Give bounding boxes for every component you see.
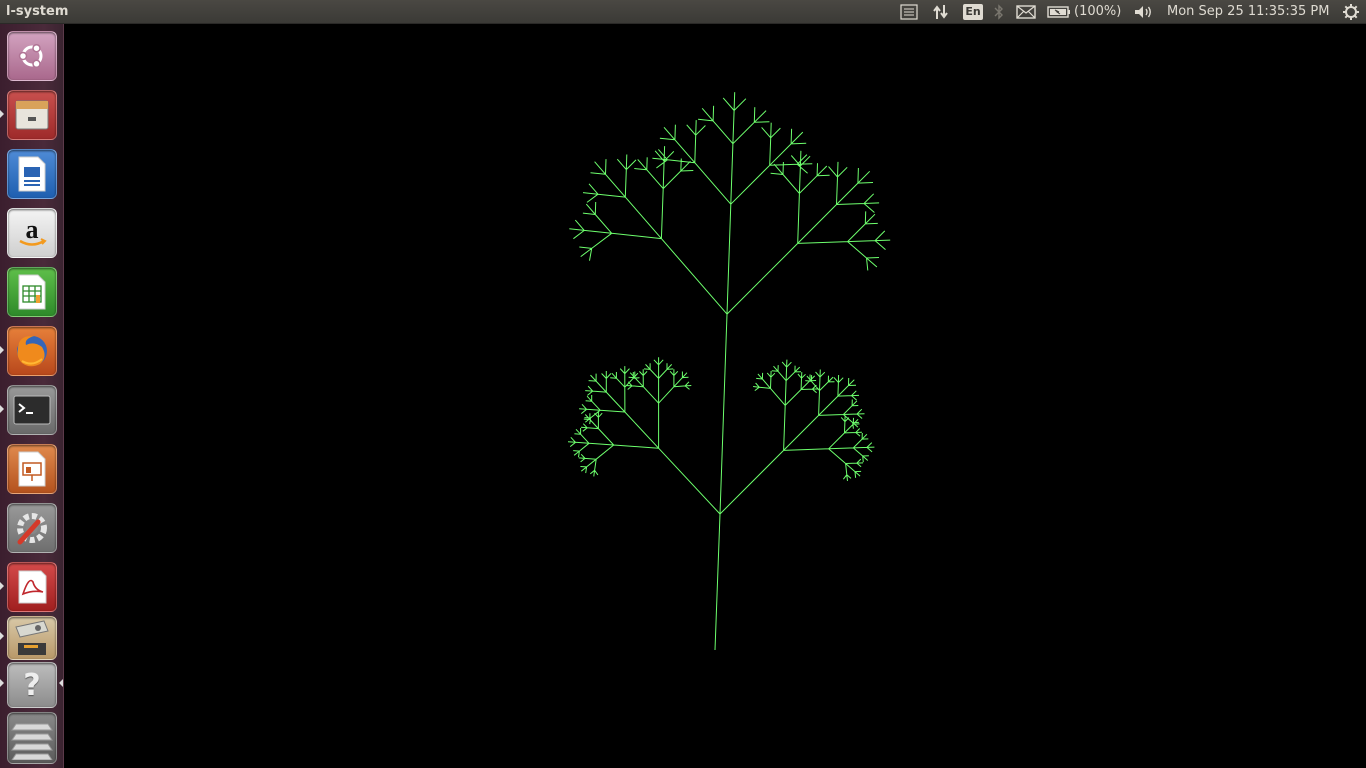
clock[interactable]: Mon Sep 25 11:35:35 PM <box>1167 0 1337 24</box>
running-indicator <box>0 632 4 640</box>
launcher-terminal[interactable] <box>7 385 57 435</box>
writer-document-icon <box>18 156 46 192</box>
firefox-icon <box>17 335 47 367</box>
active-indicator <box>59 679 63 687</box>
volume-icon[interactable] <box>1132 0 1156 24</box>
fractal-branches <box>567 92 891 651</box>
launcher-calc[interactable] <box>7 267 57 317</box>
running-indicator <box>0 582 4 590</box>
launcher-pdf-viewer[interactable] <box>7 562 57 612</box>
l-system-canvas[interactable] <box>64 24 1366 768</box>
menu-list-icon[interactable] <box>898 0 920 24</box>
workspace-stack-icon <box>11 723 53 760</box>
pdf-reader-icon <box>18 570 47 604</box>
session-gear-icon[interactable] <box>1340 0 1362 24</box>
launcher-impress[interactable] <box>7 444 57 494</box>
launcher-l-system-app[interactable] <box>7 616 57 660</box>
amazon-icon: a <box>19 216 47 246</box>
launcher-files[interactable] <box>7 90 57 140</box>
running-indicator <box>0 110 4 118</box>
keyboard-layout-label: En <box>963 4 983 20</box>
impress-presentation-icon <box>18 451 46 487</box>
launcher-help[interactable]: ? <box>7 662 57 708</box>
mail-icon[interactable] <box>1014 0 1038 24</box>
launcher: a ? <box>0 24 64 768</box>
top-panel: l-system En (100%) Mon Sep 25 11:35:35 P… <box>0 0 1366 24</box>
terminal-icon <box>13 395 51 425</box>
bluetooth-icon[interactable] <box>990 0 1008 24</box>
fractal-plant-drawing <box>567 92 891 651</box>
launcher-firefox[interactable] <box>7 326 57 376</box>
battery-percent: (100%) <box>1074 4 1122 19</box>
file-cabinet-icon <box>15 100 49 130</box>
battery-icon[interactable] <box>1046 0 1072 24</box>
help-question-icon: ? <box>23 667 41 703</box>
dash-button[interactable] <box>7 31 57 81</box>
launcher-writer[interactable] <box>7 149 57 199</box>
keyboard-layout-icon[interactable]: En <box>962 0 984 24</box>
running-indicator <box>0 679 4 687</box>
running-indicator <box>0 405 4 413</box>
launcher-workspaces[interactable] <box>7 712 57 764</box>
calc-spreadsheet-icon <box>18 274 46 310</box>
settings-wrench-icon <box>17 513 47 545</box>
ubuntu-logo-icon <box>18 43 43 69</box>
running-indicator <box>0 346 4 354</box>
window-title: l-system <box>6 4 69 19</box>
app-window-icon <box>15 620 49 655</box>
network-updown-icon[interactable] <box>930 0 952 24</box>
fractal-branch-path <box>567 92 891 651</box>
svg-text:a: a <box>26 216 39 244</box>
launcher-amazon[interactable]: a <box>7 208 57 258</box>
launcher-settings[interactable] <box>7 503 57 553</box>
